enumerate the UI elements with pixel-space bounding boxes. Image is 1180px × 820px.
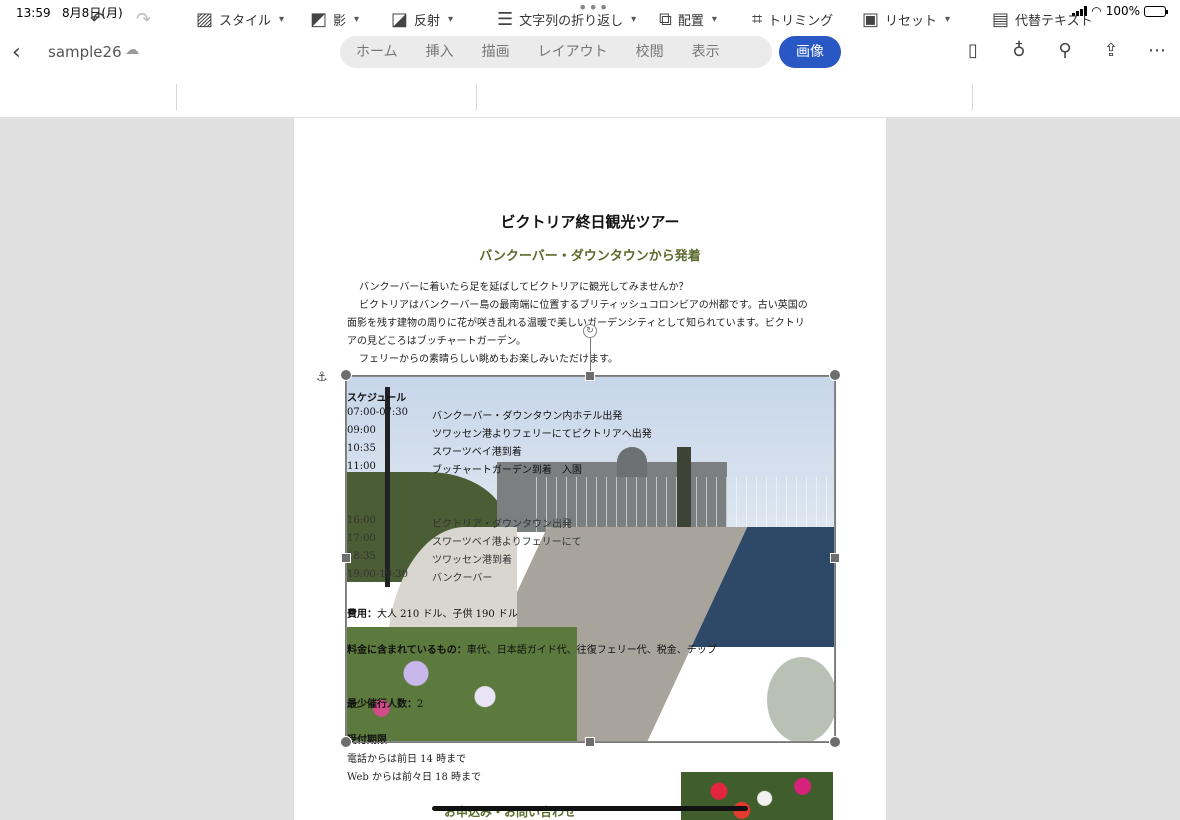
undo-icon: ↶ bbox=[90, 8, 106, 30]
resize-handle-bottom[interactable] bbox=[585, 737, 595, 747]
picture-style-icon: ▨ bbox=[196, 8, 214, 30]
deadline-web: Web からは前々日 18 時まで bbox=[347, 772, 482, 783]
resize-handle-left[interactable] bbox=[341, 553, 351, 563]
resize-handle-right[interactable] bbox=[830, 553, 840, 563]
document-subtitle: バンクーバー・ダウンタウンから発着 bbox=[479, 249, 701, 264]
share-icon[interactable]: ⇪ bbox=[1100, 40, 1122, 61]
redo-button[interactable]: ↷ bbox=[136, 7, 151, 31]
more-icon[interactable]: ⋯ bbox=[1146, 40, 1168, 61]
anchor-icon[interactable]: ⚓ bbox=[316, 370, 328, 385]
paragraph-line: フェリーからの素晴らしい眺めもお楽しみいただけます。 bbox=[359, 354, 618, 365]
style-label: スタイル bbox=[219, 13, 272, 29]
deadline-phone: 電話からは前日 14 時まで bbox=[347, 754, 467, 765]
search-icon[interactable]: ⚲ bbox=[1054, 40, 1076, 61]
tab-insert[interactable]: 挿入 bbox=[412, 36, 468, 68]
ribbon-divider bbox=[972, 84, 973, 110]
wrap-text-button[interactable]: ☰ 文字列の折り返し ▾ bbox=[497, 7, 636, 31]
title-bar: ‹ sample26 ☁ ホーム 挿入 描画 レイアウト 校閲 表示 画像 ▯ … bbox=[0, 24, 1180, 80]
back-chevron-icon[interactable]: ‹ bbox=[12, 40, 32, 65]
shadow-label: 影 bbox=[333, 13, 347, 29]
mobile-view-icon[interactable]: ▯ bbox=[962, 40, 984, 61]
flower-picture[interactable] bbox=[681, 772, 833, 820]
alt-text-button[interactable]: ▤ 代替テキスト bbox=[992, 7, 1093, 31]
resize-handle-bottom-right[interactable] bbox=[829, 736, 841, 748]
redo-icon: ↷ bbox=[136, 8, 152, 30]
paragraph-line: ビクトリアはバンクーバー島の最南端に位置するブリティッシュコロンビアの州都です。… bbox=[359, 300, 808, 311]
shadow-icon: ◩ bbox=[310, 8, 328, 30]
resize-handle-top[interactable] bbox=[585, 371, 595, 381]
chevron-down-icon: ▾ bbox=[711, 13, 717, 25]
crop-button[interactable]: ⌗ トリミング bbox=[752, 7, 833, 31]
tab-review[interactable]: 校閲 bbox=[622, 36, 678, 68]
reset-picture-icon: ▣ bbox=[862, 8, 880, 30]
cloud-sync-icon: ☁ bbox=[125, 42, 139, 58]
arrange-button[interactable]: ⧉ 配置 ▾ bbox=[659, 7, 717, 31]
resize-handle-top-left[interactable] bbox=[340, 369, 352, 381]
title-actions: ▯ ♁ ⚲ ⇪ ⋯ bbox=[962, 40, 1168, 61]
home-indicator[interactable] bbox=[432, 806, 748, 811]
undo-button[interactable]: ↶ bbox=[90, 7, 105, 31]
resize-handle-bottom-left[interactable] bbox=[340, 736, 352, 748]
chevron-down-icon: ▾ bbox=[279, 13, 285, 25]
paragraph-line: バンクーバーに着いたら足を延ばしてビクトリアに観光してみませんか？ bbox=[359, 282, 689, 293]
lightbulb-icon[interactable]: ♁ bbox=[1008, 40, 1030, 61]
document-title: ビクトリア終日観光ツアー bbox=[500, 213, 680, 231]
alt-text-label: 代替テキスト bbox=[1015, 13, 1093, 29]
ribbon-tabs: ホーム 挿入 描画 レイアウト 校閲 表示 bbox=[340, 36, 772, 68]
alt-text-icon: ▤ bbox=[992, 8, 1010, 30]
rotate-handle-icon[interactable]: ↻ bbox=[583, 324, 597, 338]
tab-home[interactable]: ホーム bbox=[340, 36, 412, 68]
style-button[interactable]: ▨ スタイル ▾ bbox=[196, 7, 284, 31]
reset-button[interactable]: ▣ リセット ▾ bbox=[862, 7, 950, 31]
reflection-icon: ◪ bbox=[391, 8, 409, 30]
arrange-icon: ⧉ bbox=[659, 8, 672, 30]
battery-percent: 100% bbox=[1105, 4, 1140, 18]
crop-icon: ⌗ bbox=[752, 8, 763, 30]
ribbon-divider bbox=[176, 84, 177, 110]
wrap-text-label: 文字列の折り返し bbox=[519, 13, 624, 29]
status-time: 13:59 8月8日(月) bbox=[16, 6, 123, 20]
battery-icon bbox=[1144, 5, 1168, 17]
tab-picture[interactable]: 画像 bbox=[779, 36, 841, 68]
document-name[interactable]: sample26 bbox=[48, 43, 122, 61]
selection-frame bbox=[345, 375, 836, 743]
crop-label: トリミング bbox=[768, 13, 834, 29]
chevron-down-icon: ▾ bbox=[448, 13, 454, 25]
chevron-down-icon: ▾ bbox=[354, 13, 360, 25]
tab-layout[interactable]: レイアウト bbox=[524, 36, 622, 68]
wifi-icon: ◠ bbox=[1091, 4, 1102, 18]
shadow-button[interactable]: ◩ 影 ▾ bbox=[310, 7, 359, 31]
resize-handle-top-right[interactable] bbox=[829, 369, 841, 381]
wrap-text-icon: ☰ bbox=[497, 8, 514, 30]
ribbon-divider bbox=[476, 84, 477, 110]
picture-ribbon bbox=[0, 80, 1180, 118]
reset-label: リセット bbox=[885, 13, 938, 29]
chevron-down-icon: ▾ bbox=[631, 13, 637, 25]
reflection-label: 反射 bbox=[414, 13, 441, 29]
rotation-stem bbox=[590, 338, 591, 372]
tab-view[interactable]: 表示 bbox=[678, 36, 734, 68]
tab-draw[interactable]: 描画 bbox=[468, 36, 524, 68]
arrange-label: 配置 bbox=[677, 13, 704, 29]
chevron-down-icon: ▾ bbox=[945, 13, 951, 25]
reflection-button[interactable]: ◪ 反射 ▾ bbox=[391, 7, 453, 31]
